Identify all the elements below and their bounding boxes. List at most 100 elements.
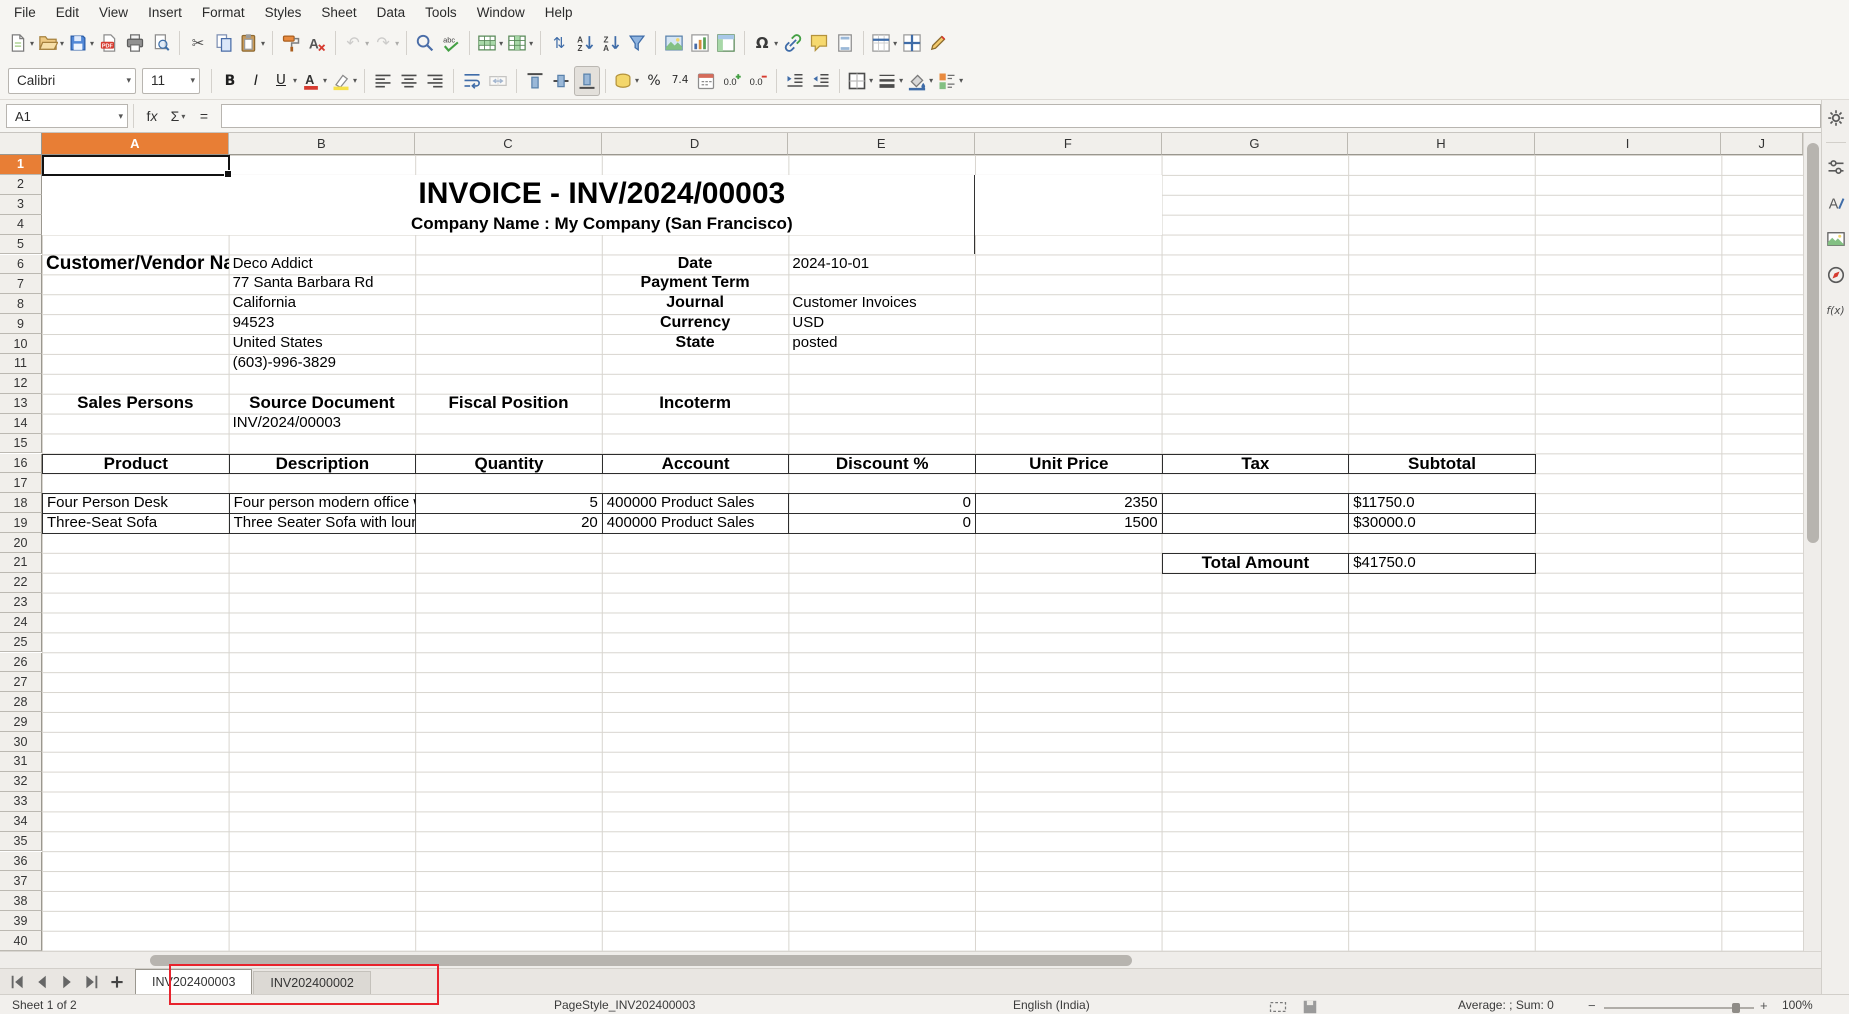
highlighting-color-button[interactable]: ▾ — [329, 66, 359, 96]
document-modified-icon[interactable] — [1300, 997, 1316, 1013]
increase-indent-button[interactable] — [782, 66, 808, 96]
underline-button[interactable]: U▾ — [269, 66, 299, 96]
font-size-combo[interactable]: 11 ▾ — [142, 68, 200, 94]
save-button[interactable]: ▾ — [66, 28, 96, 58]
pivot-table-button[interactable] — [713, 28, 739, 58]
chevron-down-icon[interactable]: ▾ — [365, 39, 369, 48]
selection-mode-icon[interactable] — [1268, 997, 1284, 1013]
cell-D16[interactable]: Account — [602, 454, 790, 475]
row-header-3[interactable]: 3 — [0, 195, 42, 215]
sort-button[interactable]: ⇅ — [546, 28, 572, 58]
cell-E16[interactable]: Discount % — [788, 454, 976, 475]
print-button[interactable] — [122, 28, 148, 58]
formula-button[interactable]: = — [191, 103, 217, 129]
undo-button[interactable]: ↶▾ — [341, 28, 371, 58]
sheet-tab-INV202400003[interactable]: INV202400003 — [135, 969, 252, 994]
row-header-29[interactable]: 29 — [0, 712, 42, 732]
selection-stats-label[interactable]: Average: ; Sum: 0 — [1458, 998, 1554, 1012]
chevron-down-icon[interactable]: ▾ — [869, 76, 873, 85]
insert-chart-button[interactable] — [687, 28, 713, 58]
cell-G18[interactable] — [1162, 493, 1350, 514]
cell-G16[interactable]: Tax — [1162, 454, 1350, 475]
last-sheet-button[interactable] — [79, 970, 104, 994]
chevron-down-icon[interactable]: ▾ — [899, 76, 903, 85]
chevron-down-icon[interactable]: ▾ — [353, 76, 357, 85]
cell-B7[interactable]: 77 Santa Barbara Rd — [229, 274, 416, 294]
chevron-down-icon[interactable]: ▾ — [112, 111, 123, 122]
cell-D18[interactable]: 400000 Product Sales — [602, 493, 790, 514]
cell-E10[interactable]: posted — [788, 334, 975, 354]
chevron-down-icon[interactable]: ▾ — [30, 39, 34, 48]
align-right-button[interactable] — [422, 66, 448, 96]
row-header-14[interactable]: 14 — [0, 414, 42, 434]
zoom-out-button[interactable]: − — [1588, 998, 1596, 1013]
page-style-label[interactable]: PageStyle_INV202400003 — [554, 998, 695, 1012]
row-header-40[interactable]: 40 — [0, 931, 42, 951]
functions-button[interactable]: f(x) — [1824, 299, 1848, 323]
cell-D19[interactable]: 400000 Product Sales — [602, 513, 790, 534]
column-header-A[interactable]: A — [42, 133, 229, 155]
column-header-F[interactable]: F — [975, 133, 1162, 155]
row-header-26[interactable]: 26 — [0, 653, 42, 673]
zoom-in-button[interactable]: + — [1760, 998, 1768, 1013]
open-button[interactable]: ▾ — [36, 28, 66, 58]
column-header-I[interactable]: I — [1535, 133, 1722, 155]
paste-button[interactable]: ▾ — [237, 28, 267, 58]
language-label[interactable]: English (India) — [1013, 998, 1090, 1012]
cell-B9[interactable]: 94523 — [229, 314, 416, 334]
cell-C19[interactable]: 20 — [415, 513, 603, 534]
row-header-20[interactable]: 20 — [0, 533, 42, 553]
cell-B16[interactable]: Description — [229, 454, 417, 475]
border-style-button[interactable]: ▾ — [875, 66, 905, 96]
chevron-down-icon[interactable]: ▾ — [499, 39, 503, 48]
row-header-35[interactable]: 35 — [0, 832, 42, 852]
styles-button[interactable]: A — [1824, 191, 1848, 215]
cell-D9[interactable]: Currency — [602, 314, 789, 334]
row-header-12[interactable]: 12 — [0, 374, 42, 394]
spreadsheet-grid[interactable]: ABCDEFGHIJ123456789101112131415161718192… — [0, 133, 1803, 951]
insert-hyperlink-button[interactable] — [780, 28, 806, 58]
chevron-down-icon[interactable]: ▾ — [181, 112, 185, 121]
menu-format[interactable]: Format — [192, 2, 255, 23]
vertical-scrollbar-thumb[interactable] — [1807, 143, 1819, 543]
insert-image-button[interactable] — [661, 28, 687, 58]
cell-A16[interactable]: Product — [42, 454, 230, 475]
sort-descending-button[interactable]: ZA — [598, 28, 624, 58]
cell-D13[interactable]: Incoterm — [602, 394, 789, 414]
show-draw-functions-button[interactable] — [925, 28, 951, 58]
previous-sheet-button[interactable] — [29, 970, 54, 994]
columns-button[interactable]: ▾ — [505, 28, 535, 58]
add-decimal-place-button[interactable]: 0.0 — [719, 66, 745, 96]
delete-decimal-place-button[interactable]: 0.0 — [745, 66, 771, 96]
find-and-replace-button[interactable] — [412, 28, 438, 58]
column-header-J[interactable]: J — [1721, 133, 1803, 155]
chevron-down-icon[interactable]: ▾ — [774, 39, 778, 48]
menu-styles[interactable]: Styles — [255, 2, 312, 23]
chevron-down-icon[interactable]: ▾ — [959, 76, 963, 85]
italic-button[interactable]: I — [243, 66, 269, 96]
column-header-B[interactable]: B — [229, 133, 416, 155]
clone-formatting-button[interactable] — [278, 28, 304, 58]
next-sheet-button[interactable] — [54, 970, 79, 994]
format-as-number-button[interactable]: 7.4 — [667, 66, 693, 96]
row-header-9[interactable]: 9 — [0, 314, 42, 334]
merge-cells-button[interactable] — [485, 66, 511, 96]
conditional-formatting-button[interactable]: ▾ — [935, 66, 965, 96]
chevron-down-icon[interactable]: ▾ — [395, 39, 399, 48]
cell-E9[interactable]: USD — [788, 314, 975, 334]
decrease-indent-button[interactable] — [808, 66, 834, 96]
font-name-combo[interactable]: Calibri ▾ — [8, 68, 136, 94]
cell-D7[interactable]: Payment Term — [602, 274, 789, 294]
bold-button[interactable]: B — [217, 66, 243, 96]
menu-view[interactable]: View — [89, 2, 138, 23]
cell-B10[interactable]: United States — [229, 334, 416, 354]
chevron-down-icon[interactable]: ▾ — [184, 75, 195, 86]
autofilter-button[interactable] — [624, 28, 650, 58]
cell-G21[interactable]: Total Amount — [1162, 553, 1350, 574]
cell-A19[interactable]: Three-Seat Sofa — [42, 513, 230, 534]
row-header-34[interactable]: 34 — [0, 812, 42, 832]
row-header-19[interactable]: 19 — [0, 513, 42, 533]
row-header-21[interactable]: 21 — [0, 553, 42, 573]
name-box[interactable]: A1 ▾ — [6, 104, 128, 128]
chevron-down-icon[interactable]: ▾ — [893, 39, 897, 48]
